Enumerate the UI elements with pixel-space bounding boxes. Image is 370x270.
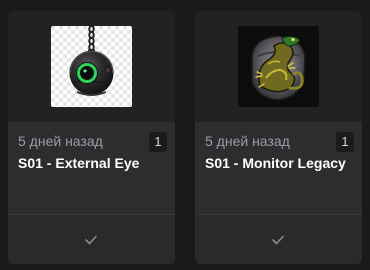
card-grid: 5 дней назад 1 S01 - External Eye 5 дней… bbox=[0, 0, 370, 270]
item-card[interactable]: 5 дней назад 1 S01 - Monitor Legacy bbox=[195, 11, 362, 264]
checkmark-icon bbox=[271, 234, 285, 246]
select-footer-button[interactable] bbox=[195, 214, 362, 264]
item-title[interactable]: S01 - Monitor Legacy bbox=[205, 155, 346, 171]
item-card[interactable]: 5 дней назад 1 S01 - External Eye bbox=[8, 11, 175, 264]
item-thumbnail[interactable] bbox=[51, 26, 132, 107]
item-title[interactable]: S01 - External Eye bbox=[18, 155, 139, 171]
item-count-badge: 1 bbox=[336, 132, 354, 152]
item-info: 5 дней назад 1 S01 - External Eye bbox=[8, 122, 175, 214]
mechanical-eye-orb-icon bbox=[51, 26, 132, 107]
checkmark-icon bbox=[84, 234, 98, 246]
select-footer-button[interactable] bbox=[8, 214, 175, 264]
monitor-lizard-emblem-icon bbox=[238, 26, 319, 107]
item-count-badge: 1 bbox=[149, 132, 167, 152]
item-date: 5 дней назад bbox=[18, 133, 103, 149]
thumbnail-area bbox=[8, 11, 175, 122]
item-info: 5 дней назад 1 S01 - Monitor Legacy bbox=[195, 122, 362, 214]
thumbnail-area bbox=[195, 11, 362, 122]
item-date: 5 дней назад bbox=[205, 133, 290, 149]
item-thumbnail[interactable] bbox=[238, 26, 319, 107]
